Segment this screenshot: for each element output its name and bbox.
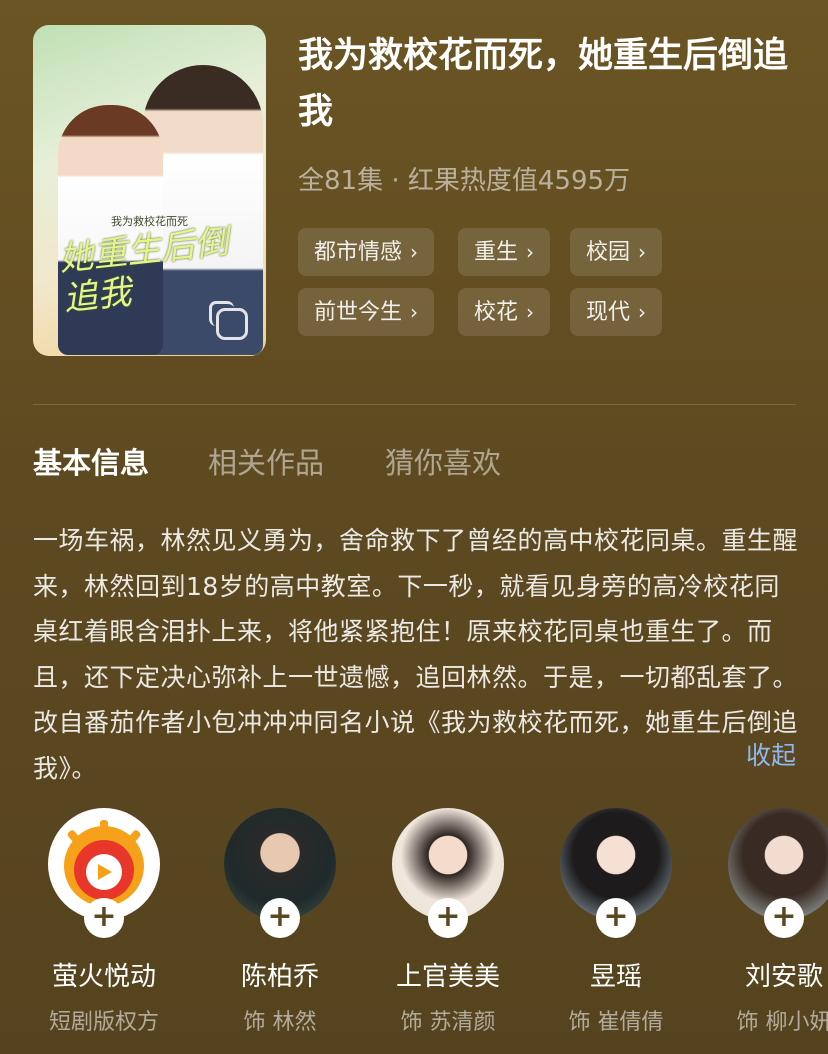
tab-basic-info[interactable]: 基本信息 [33,440,149,482]
cast-role: 短剧版权方 [48,1010,159,1035]
tag-chip[interactable]: 校园 › [570,228,663,276]
tag-chip[interactable]: 重生 › [458,228,551,276]
plus-icon[interactable]: + [428,898,468,938]
plus-icon[interactable]: + [596,898,636,938]
poster-image[interactable]: 我为救校花而死 她重生后倒追我 [33,25,266,356]
tag-chip[interactable]: 前世今生 › [298,288,435,336]
cast-role: 饰 林然 [243,1010,317,1035]
drama-title: 我为救校花而死，她重生后倒追我 [298,36,789,132]
tag-chip[interactable]: 都市情感 › [298,228,435,276]
plus-icon[interactable]: + [84,898,124,938]
tag-chip[interactable]: 校花 › [458,288,551,336]
plus-icon[interactable]: + [260,898,300,938]
tab-related-works[interactable]: 相关作品 [208,440,324,482]
cast-role: 饰 崔倩倩 [568,1010,664,1035]
drama-meta: 全81集 · 红果热度值4595万 [298,166,631,196]
cast-name: 上官美美 [395,962,500,992]
tag-chip[interactable]: 现代 › [570,288,663,336]
chevron-right-icon: › [526,240,535,264]
collapse-link[interactable]: 收起 [746,736,796,772]
chevron-right-icon: › [526,300,535,324]
plus-icon[interactable]: + [764,898,804,938]
chevron-right-icon: › [410,300,419,324]
synopsis-text: 一场车祸，林然见义勇为，舍命救下了曾经的高中校花同桌。重生醒来，林然回到18岁的… [33,526,799,783]
cast-name: 昱瑶 [589,962,642,992]
copy-icon[interactable] [209,301,248,340]
cast-name: 萤火悦动 [51,962,156,992]
cast-role: 饰 苏清颜 [400,1010,496,1035]
cast-name: 刘安歌 [744,962,823,992]
cast-name: 陈柏乔 [240,962,319,992]
chevron-right-icon: › [638,240,647,264]
chevron-right-icon: › [410,240,419,264]
chevron-right-icon: › [638,300,647,324]
tab-recommendations[interactable]: 猜你喜欢 [385,440,501,482]
cast-role: 饰 柳小妍 [736,1010,828,1035]
cast-list: + 萤火悦动 短剧版权方 + 陈柏乔 饰 林然 + 上官美美 饰 苏清颜 + 昱… [0,808,828,1054]
section-divider [33,404,796,405]
